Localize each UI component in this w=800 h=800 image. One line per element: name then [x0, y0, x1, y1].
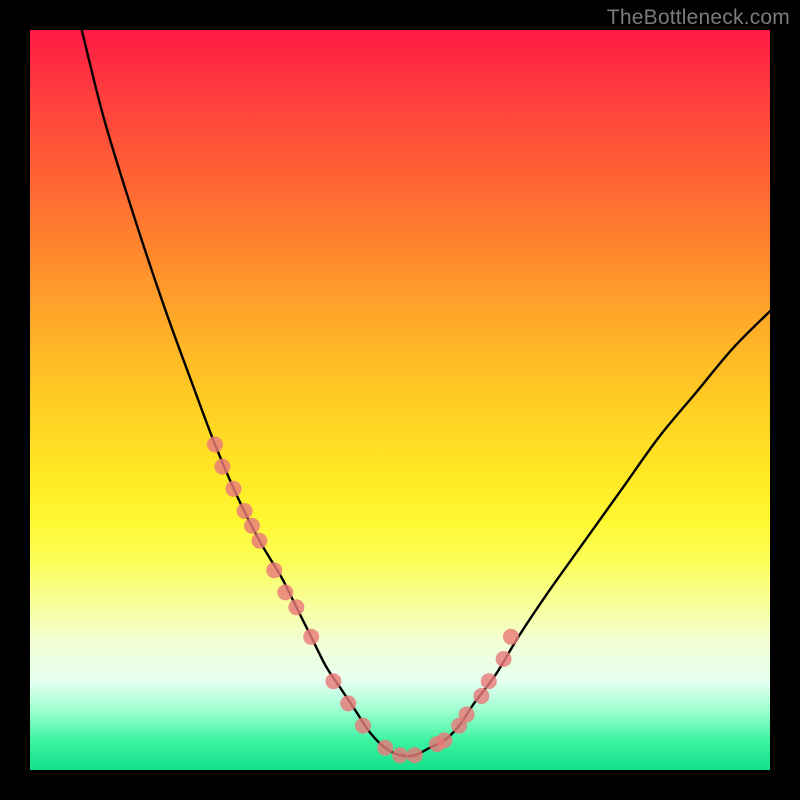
bottleneck-curve — [82, 30, 770, 756]
marker-point — [481, 673, 497, 689]
marker-point — [340, 695, 356, 711]
watermark-text: TheBottleneck.com — [607, 6, 790, 30]
marker-point — [407, 747, 423, 763]
marker-point — [251, 533, 267, 549]
marker-point — [244, 518, 260, 534]
outer-frame: TheBottleneck.com — [0, 0, 800, 800]
marker-point — [377, 740, 393, 756]
marker-group — [207, 436, 519, 763]
marker-point — [237, 503, 253, 519]
marker-point — [277, 584, 293, 600]
marker-point — [207, 436, 223, 452]
marker-point — [325, 673, 341, 689]
marker-point — [226, 481, 242, 497]
marker-point — [459, 707, 475, 723]
marker-point — [436, 732, 452, 748]
marker-point — [303, 629, 319, 645]
marker-point — [503, 629, 519, 645]
plot-area — [30, 30, 770, 770]
marker-point — [392, 747, 408, 763]
marker-point — [355, 718, 371, 734]
marker-point — [266, 562, 282, 578]
marker-point — [473, 688, 489, 704]
marker-point — [496, 651, 512, 667]
marker-point — [214, 459, 230, 475]
marker-point — [288, 599, 304, 615]
chart-svg — [30, 30, 770, 770]
